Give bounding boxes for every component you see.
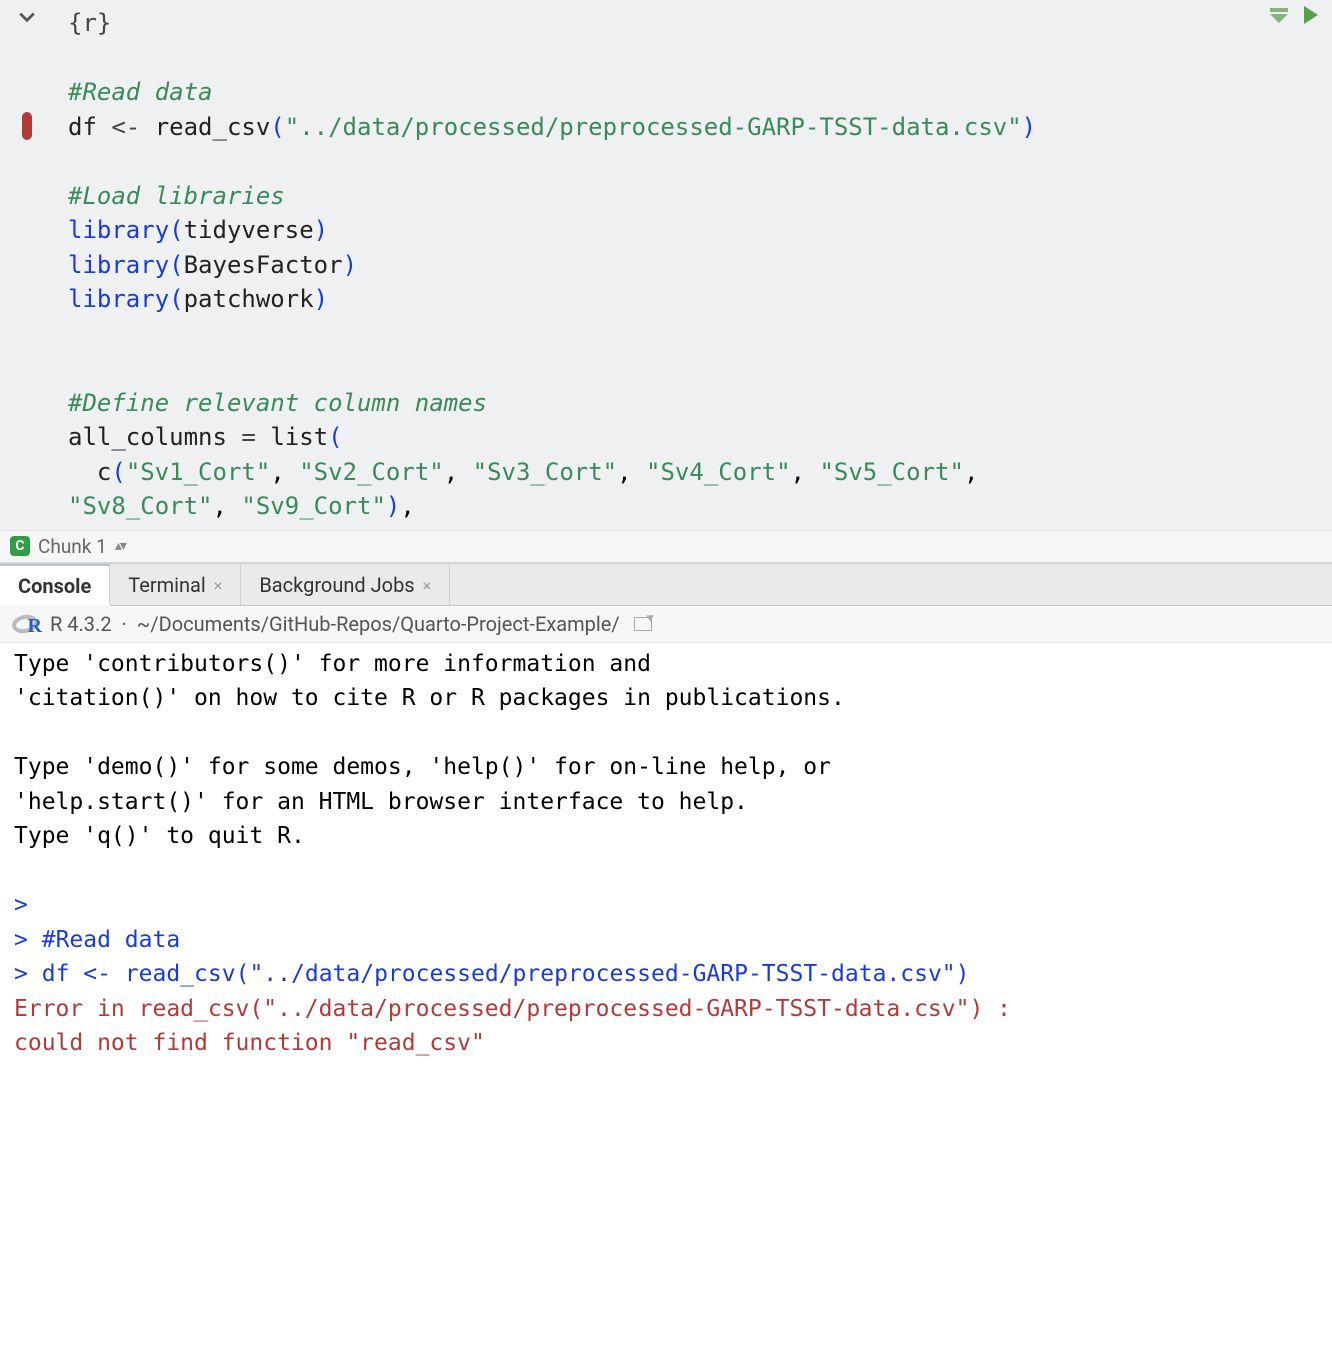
chunk-badge-icon: C [10,536,30,556]
tab-background-jobs[interactable]: Background Jobs × [241,564,450,605]
run-chunk-icon[interactable] [1304,6,1318,24]
console-info-bar: R R 4.3.2 · ~/Documents/GitHub-Repos/Qua… [0,606,1332,643]
chunk-header: {r} [68,9,111,37]
console-input: #Read data [42,927,180,953]
code-body[interactable]: {r} #Read data df <- read_csv("../data/p… [60,0,1332,530]
code-comment: #Load libraries [68,182,285,210]
close-icon[interactable]: × [214,576,223,595]
console-prompt: > [14,927,28,953]
console-error: Error in read_csv("../data/processed/pre… [14,996,1011,1022]
console-input: df <- read_csv("../data/processed/prepro… [42,961,970,987]
console-prompt: > [14,961,28,987]
console-text: Type 'demo()' for some demos, 'help()' f… [14,754,831,780]
console-text: 'help.start()' for an HTML browser inter… [14,789,748,815]
bottom-tabbar: Console Terminal × Background Jobs × [0,563,1332,606]
tab-terminal[interactable]: Terminal × [110,564,241,605]
console-text: Type 'contributors()' for more informati… [14,651,651,677]
breakpoint-marker-icon[interactable] [22,112,32,140]
popout-icon[interactable] [634,617,652,631]
working-directory[interactable]: ~/Documents/GitHub-Repos/Quarto-Project-… [137,612,620,636]
chunk-navigator[interactable]: C Chunk 1 ▴▾ [0,530,1332,562]
code-ident: df [68,113,97,141]
console-error: could not find function "read_csv" [14,1030,485,1056]
console-text: Type 'q()' to quit R. [14,823,305,849]
r-version: R 4.3.2 [50,612,112,636]
run-above-icon[interactable] [1270,8,1288,23]
code-editor[interactable]: {r} #Read data df <- read_csv("../data/p… [0,0,1332,563]
console-text: 'citation()' on how to cite R or R packa… [14,685,845,711]
code-comment: #Read data [68,78,213,106]
tab-console[interactable]: Console [0,564,110,606]
code-comment: #Define relevant column names [68,389,487,417]
console-prompt: > [14,892,28,918]
console-output[interactable]: Type 'contributors()' for more informati… [0,643,1332,1085]
r-logo-icon: R [12,613,40,635]
chunk-label: Chunk 1 [38,535,107,558]
fold-chevron-icon[interactable] [18,8,36,31]
chunk-stepper-icon[interactable]: ▴▾ [115,538,125,554]
close-icon[interactable]: × [423,576,432,595]
